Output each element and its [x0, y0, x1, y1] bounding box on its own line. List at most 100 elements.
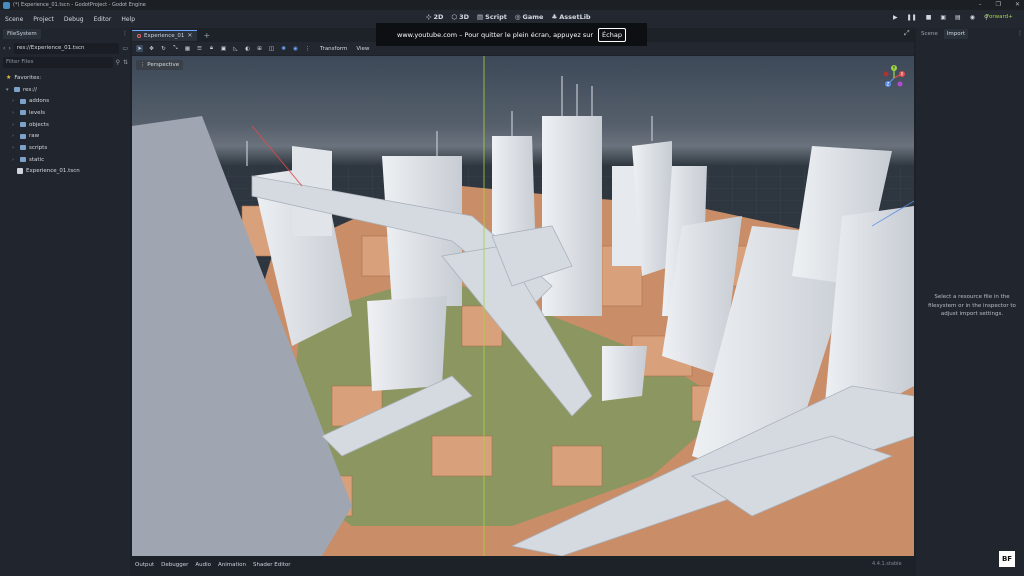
window-controls: – ❐ ✕	[979, 1, 1020, 8]
snap-icon[interactable]: ⊞	[256, 45, 263, 52]
environment-preview-icon[interactable]: ◉	[292, 45, 299, 52]
tree-item-static[interactable]: › static	[6, 154, 126, 166]
distraction-free-icon[interactable]: ⤢	[904, 29, 910, 38]
2d-icon: ⊹	[426, 13, 432, 21]
transform-menu[interactable]: Transform	[320, 46, 347, 52]
tab-import[interactable]: Import	[943, 29, 969, 39]
movie-icon[interactable]: ◉	[970, 14, 975, 21]
tab-audio[interactable]: Audio	[195, 562, 211, 568]
main-screen-script[interactable]: ▤ Script	[477, 13, 507, 21]
path-row: ‹ › res://Experience_01.tscn ▭	[3, 42, 128, 54]
play-scene-icon[interactable]: ▣	[940, 14, 946, 21]
tree-item-objects[interactable]: › objects	[6, 119, 126, 131]
right-dock-tabs: Scene Import	[918, 29, 969, 39]
camera-icon[interactable]: ◫	[268, 45, 275, 52]
tab-filesystem[interactable]: FileSystem	[3, 29, 41, 39]
tab-animation[interactable]: Animation	[218, 562, 246, 568]
main-screen-assetlib[interactable]: ♣ AssetLib	[551, 13, 590, 21]
folder-icon	[20, 133, 26, 139]
menu-debug[interactable]: Debug	[59, 16, 89, 23]
play-custom-icon[interactable]: ▤	[955, 14, 961, 21]
3d-viewport[interactable]	[132, 56, 914, 556]
maximize-icon[interactable]: ❐	[996, 1, 1001, 8]
more-options-icon[interactable]: ⋮	[304, 45, 311, 52]
pause-icon[interactable]: ❚❚	[907, 14, 917, 21]
tab-debugger[interactable]: Debugger	[161, 562, 188, 568]
group-icon[interactable]: ▣	[220, 45, 227, 52]
chevron-right-icon: ›	[12, 109, 14, 116]
split-view-icon[interactable]: ▭	[122, 45, 128, 52]
tree-item-root[interactable]: ▾ res://	[6, 84, 126, 96]
minimize-icon[interactable]: –	[979, 1, 982, 8]
view-gizmo[interactable]: X Y Z	[880, 64, 908, 92]
gizmo-y-label: Y	[892, 66, 896, 71]
scale-tool-icon[interactable]: ⤡	[172, 45, 179, 52]
rotate-tool-icon[interactable]: ↻	[160, 45, 167, 52]
local-space-icon[interactable]: ◐	[244, 45, 251, 52]
folder-icon	[20, 110, 26, 116]
stop-icon[interactable]: ■	[926, 14, 932, 21]
game-icon: ◎	[514, 13, 521, 21]
sort-icon[interactable]: ⇅	[123, 59, 128, 66]
tree-item-scripts[interactable]: › scripts	[6, 142, 126, 154]
right-dock-menu-icon[interactable]: ⋮	[1017, 30, 1023, 37]
tab-scene[interactable]: Scene	[918, 29, 941, 39]
fullscreen-banner: www.youtube.com – Pour quitter le plein …	[376, 23, 647, 46]
3d-icon: ⬡	[451, 13, 458, 21]
sun-preview-icon[interactable]: ✺	[280, 45, 287, 52]
escape-key: Échap	[598, 27, 626, 42]
menu-project[interactable]: Project	[28, 16, 59, 23]
folder-icon	[14, 87, 20, 93]
main-screen-game[interactable]: ◎ Game	[515, 13, 544, 21]
version-label[interactable]: 4.4.1.stable	[872, 561, 902, 567]
tree-item-addons[interactable]: › addons	[6, 95, 126, 107]
channel-watermark: BF	[999, 551, 1015, 567]
godot-logo-icon	[3, 1, 10, 9]
tree-item-experience-scene[interactable]: Experience_01.tscn	[6, 166, 126, 178]
play-icon[interactable]: ▶	[893, 14, 898, 21]
filter-files-input[interactable]	[3, 56, 113, 68]
dock-menu-icon[interactable]: ⋮	[122, 30, 128, 37]
tab-output[interactable]: Output	[135, 562, 154, 568]
tree-item-levels[interactable]: › levels	[6, 107, 126, 119]
move-tool-icon[interactable]: ✥	[148, 45, 155, 52]
search-icon: ⚲	[115, 58, 120, 66]
view-menu[interactable]: View	[356, 46, 369, 52]
bottom-panel-tabs: Output Debugger Audio Animation Shader E…	[132, 558, 914, 572]
assetlib-icon: ♣	[551, 13, 558, 21]
chevron-right-icon: ›	[12, 156, 14, 163]
tree-item-favorites[interactable]: ★ Favorites:	[6, 72, 126, 84]
window-title: (*) Experience_01.tscn - GodotProject - …	[13, 2, 146, 8]
path-field[interactable]: res://Experience_01.tscn	[13, 42, 120, 54]
menu-editor[interactable]: Editor	[89, 16, 117, 23]
lock-icon[interactable]: 🔒︎	[208, 45, 215, 52]
close-icon[interactable]: ✕	[1015, 1, 1020, 8]
list-tool-icon[interactable]: ☰	[196, 45, 203, 52]
close-tab-icon[interactable]: ✕	[187, 32, 192, 39]
script-icon: ▤	[476, 13, 484, 21]
forward-icon[interactable]: ›	[8, 45, 10, 52]
import-empty-message: Select a resource file in the filesystem…	[928, 294, 1016, 318]
main-screen-2d[interactable]: ⊹ 2D	[426, 13, 443, 21]
scene-file-icon	[17, 168, 23, 175]
title-bar: (*) Experience_01.tscn - GodotProject - …	[0, 0, 1024, 10]
city-scene	[132, 56, 914, 556]
chevron-down-icon: ▾	[6, 86, 9, 93]
tree-item-raw[interactable]: › raw	[6, 130, 126, 142]
menu-help[interactable]: Help	[116, 16, 140, 23]
tab-shader-editor[interactable]: Shader Editor	[253, 562, 291, 568]
main-screen-3d[interactable]: ⬡ 3D	[451, 13, 469, 21]
star-icon: ★	[6, 74, 12, 82]
ruler-icon[interactable]: ◺	[232, 45, 239, 52]
fullscreen-message: www.youtube.com – Pour quitter le plein …	[397, 30, 594, 39]
add-tab-icon[interactable]: +	[203, 31, 210, 40]
ruler-tool-icon[interactable]: ▦	[184, 45, 191, 52]
renderer-selector[interactable]: Forward+	[986, 14, 1013, 20]
back-icon[interactable]: ‹	[3, 45, 5, 52]
gizmo-x-label: X	[901, 72, 904, 77]
gizmo-z-label: Z	[887, 82, 890, 87]
scene-tab-experience[interactable]: Experience_01 ✕	[132, 29, 198, 41]
menu-scene[interactable]: Scene	[0, 16, 28, 23]
perspective-menu[interactable]: ⋮ Perspective	[136, 60, 184, 70]
select-tool-icon[interactable]: ➤	[136, 45, 143, 52]
